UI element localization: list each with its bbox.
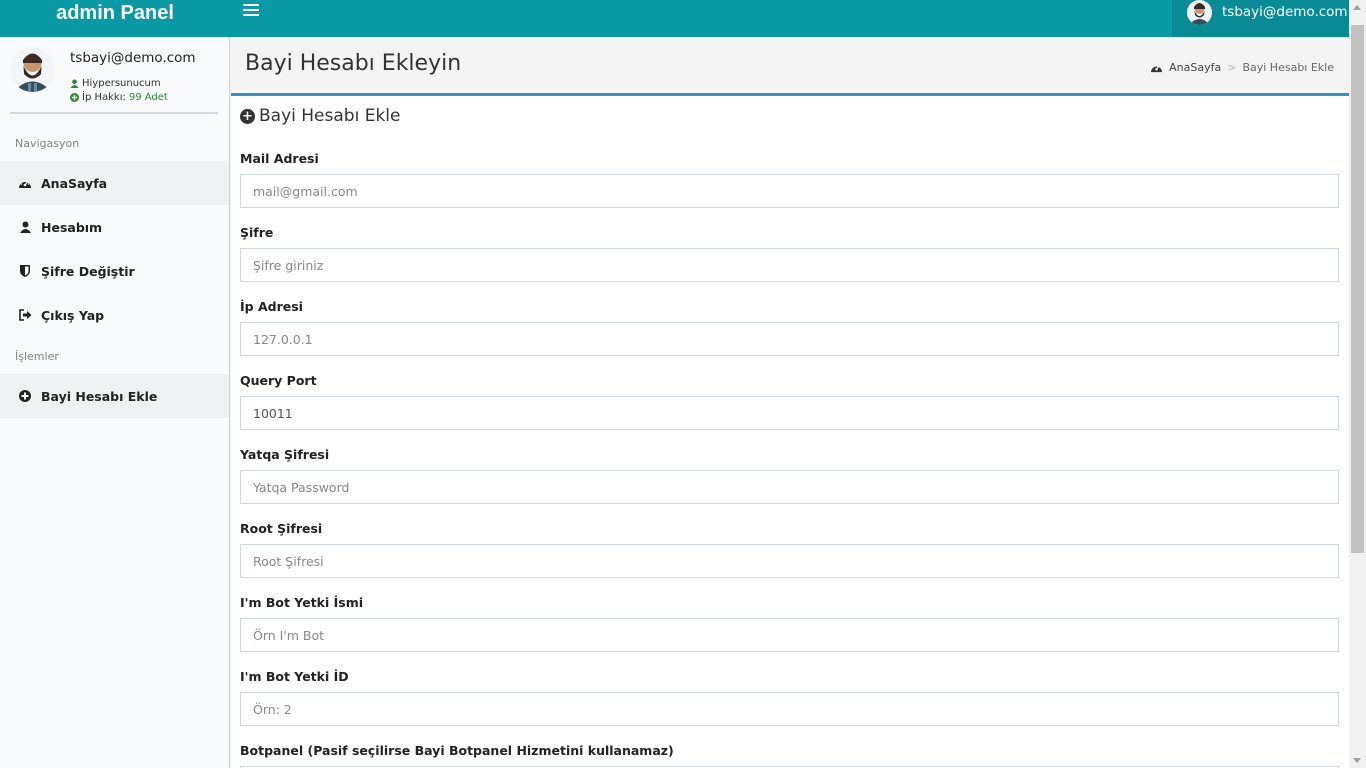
breadcrumb-current: Bayi Hesabı Ekle bbox=[1242, 61, 1334, 74]
content-header: Bayi Hesabı Ekleyin AnaSayfa > Bayi Hesa… bbox=[231, 37, 1349, 93]
sidebar-item-sifre-degistir[interactable]: Şifre Değiştir bbox=[0, 249, 229, 293]
role-text: Hiypersunucum bbox=[82, 78, 161, 89]
ip-label: İp Adresi bbox=[240, 299, 303, 314]
sidebar-item-label: Bayi Hesabı Ekle bbox=[41, 388, 158, 404]
bot-permission-name-label: I'm Bot Yetki İsmi bbox=[240, 595, 364, 610]
mail-label: Mail Adresi bbox=[240, 151, 319, 166]
ip-quota-label: İp Hakkı: bbox=[82, 92, 126, 103]
bot-permission-name-input[interactable] bbox=[240, 618, 1339, 652]
user-name: tsbayi@demo.com bbox=[70, 50, 196, 66]
app-logo[interactable]: admin Panel bbox=[0, 0, 230, 37]
plus-circle-icon bbox=[70, 93, 79, 102]
breadcrumb: AnaSayfa > Bayi Hesabı Ekle bbox=[1150, 61, 1334, 74]
user-menu[interactable]: tsbayi@demo.com bbox=[1172, 0, 1349, 37]
dashboard-icon bbox=[17, 175, 33, 191]
user-icon bbox=[70, 79, 79, 88]
avatar bbox=[1187, 0, 1212, 25]
box-title-text: Bayi Hesabı Ekle bbox=[259, 106, 401, 126]
form-box: + Bayi Hesabı Ekle Mail Adresi Şifre İp … bbox=[231, 93, 1349, 768]
sidebar-item-hesabim[interactable]: Hesabım bbox=[0, 205, 229, 249]
ip-quota-value: 99 Adet bbox=[128, 92, 168, 103]
top-navbar: admin Panel tsbayi@demo.com bbox=[0, 0, 1349, 37]
menu-toggle-icon[interactable] bbox=[243, 4, 259, 20]
nav-header: Navigasyon bbox=[15, 137, 80, 150]
sidebar-item-label: Hesabım bbox=[41, 219, 103, 235]
avatar bbox=[10, 47, 55, 92]
password-label: Şifre bbox=[240, 225, 274, 240]
breadcrumb-separator: > bbox=[1227, 61, 1237, 74]
query-port-label: Query Port bbox=[240, 373, 317, 388]
page-title: Bayi Hesabı Ekleyin bbox=[245, 51, 462, 76]
bot-permission-id-input[interactable] bbox=[240, 692, 1339, 726]
bot-permission-id-label: I'm Bot Yetki İD bbox=[240, 669, 349, 684]
botpanel-label: Botpanel (Pasif seçilirse Bayi Botpanel … bbox=[240, 743, 674, 758]
user-role: Hiypersunucum bbox=[70, 78, 161, 89]
sidebar-item-label: Şifre Değiştir bbox=[41, 263, 135, 279]
scroll-thumb[interactable] bbox=[1351, 25, 1364, 553]
breadcrumb-home-link[interactable]: AnaSayfa bbox=[1169, 61, 1221, 74]
box-title: + Bayi Hesabı Ekle bbox=[240, 106, 400, 126]
sidebar: tsbayi@demo.com Hiypersunucum İp Hakkı: … bbox=[0, 37, 230, 768]
root-password-label: Root Şifresi bbox=[240, 521, 323, 536]
scroll-down-icon[interactable] bbox=[1353, 758, 1361, 763]
yatqa-password-label: Yatqa Şifresi bbox=[240, 447, 330, 462]
user-email: tsbayi@demo.com bbox=[1222, 4, 1348, 20]
sidebar-item-label: AnaSayfa bbox=[41, 175, 108, 191]
query-port-input[interactable] bbox=[240, 396, 1339, 430]
ops-header: İşlemler bbox=[15, 350, 59, 363]
ip-quota: İp Hakkı: 99 Adet bbox=[70, 92, 168, 103]
user-icon bbox=[17, 219, 33, 235]
root-password-input[interactable] bbox=[240, 544, 1339, 578]
shield-icon bbox=[17, 263, 33, 279]
ip-input[interactable] bbox=[240, 322, 1339, 356]
plus-circle-icon: + bbox=[240, 108, 255, 124]
sidebar-item-cikis-yap[interactable]: Çıkış Yap bbox=[0, 293, 229, 337]
password-input[interactable] bbox=[240, 248, 1339, 282]
yatqa-password-input[interactable] bbox=[240, 470, 1339, 504]
dashboard-icon bbox=[1151, 65, 1163, 73]
sign-out-icon bbox=[17, 307, 33, 323]
mail-input[interactable] bbox=[240, 174, 1339, 208]
scroll-up-icon[interactable] bbox=[1353, 5, 1361, 10]
sidebar-item-anasayfa[interactable]: AnaSayfa bbox=[0, 161, 229, 205]
sidebar-item-label: Çıkış Yap bbox=[41, 307, 105, 323]
sidebar-item-bayi-hesabi-ekle[interactable]: Bayi Hesabı Ekle bbox=[0, 374, 229, 418]
user-panel: tsbayi@demo.com Hiypersunucum İp Hakkı: … bbox=[10, 47, 218, 114]
page-scrollbar[interactable] bbox=[1349, 0, 1366, 768]
plus-circle-icon bbox=[17, 388, 33, 404]
